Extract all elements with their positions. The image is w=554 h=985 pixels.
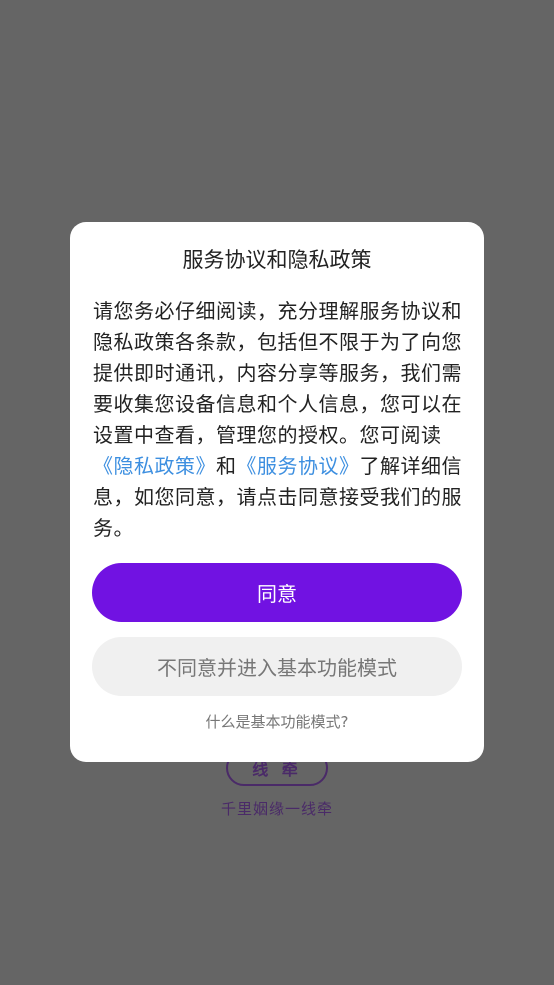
- body-text-and: 和: [216, 454, 237, 478]
- dialog-body: 请您务必仔细阅读，充分理解服务协议和隐私政策各条款，包括但不限于为了向您提供即时…: [93, 296, 463, 544]
- dialog-title: 服务协议和隐私政策: [182, 248, 372, 272]
- app-screen: 线 牵 千里姻缘一线牵 服务协议和隐私政策 请您务必仔细阅读，充分理解服务协议和…: [0, 0, 554, 985]
- privacy-dialog: 服务协议和隐私政策 请您务必仔细阅读，充分理解服务协议和隐私政策各条款，包括但不…: [70, 222, 484, 762]
- agree-button[interactable]: 同意: [92, 563, 462, 622]
- basic-mode-info-link[interactable]: 什么是基本功能模式?: [70, 710, 484, 734]
- app-slogan: 千里姻缘一线牵: [220, 800, 333, 818]
- service-agreement-link[interactable]: 《服务协议》: [237, 454, 360, 478]
- privacy-policy-link[interactable]: 《隐私政策》: [93, 454, 216, 478]
- body-text-part1: 请您务必仔细阅读，充分理解服务协议和隐私政策各条款，包括但不限于为了向您提供即时…: [93, 299, 462, 447]
- disagree-basic-mode-button[interactable]: 不同意并进入基本功能模式: [92, 637, 462, 696]
